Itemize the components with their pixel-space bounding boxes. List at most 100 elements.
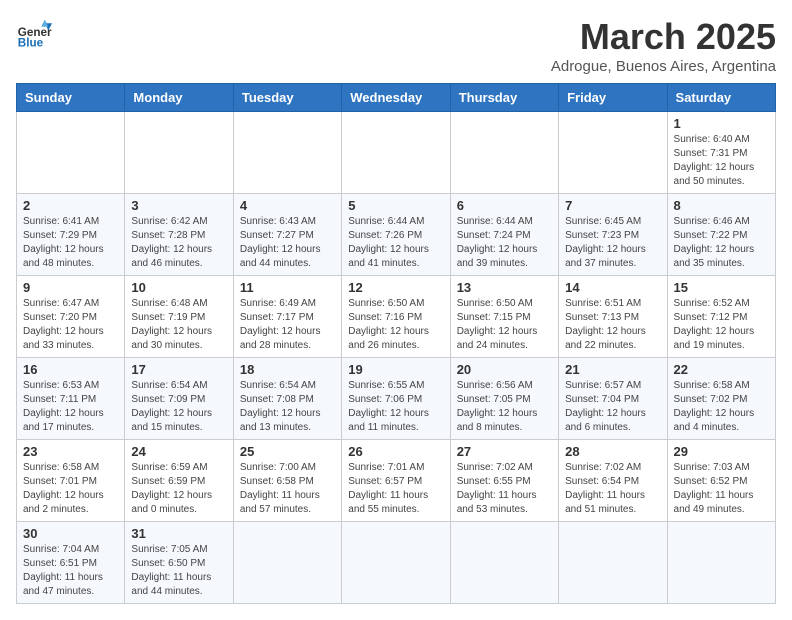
weekday-header-friday: Friday [559,84,667,112]
day-info: Sunrise: 6:50 AM Sunset: 7:16 PM Dayligh… [348,297,443,353]
day-cell: 17Sunrise: 6:54 AM Sunset: 7:09 PM Dayli… [125,358,233,440]
day-cell: 26 Sunrise: 7:01 AM Sunset: 6:57 PM Dayli… [342,440,450,522]
day-cell: 1 Sunrise: 6:40 AM Sunset: 7:31 PM Daylig… [667,112,775,194]
title-block: March 2025 Adrogue, Buenos Aires, Argent… [551,16,776,75]
day-info: Sunrise: 6:53 AM Sunset: 7:11 PM Dayligh… [23,379,118,435]
day-cell: 3 Sunrise: 6:42 AM Sunset: 7:28 PM Daylig… [125,194,233,276]
day-info: Sunrise: 6:57 AM Sunset: 7:04 PM Dayligh… [565,379,660,435]
day-number: 21 [565,362,660,377]
day-cell [342,112,450,194]
day-cell [342,522,450,604]
day-number: 31 [131,526,226,541]
day-number: 27 [457,444,552,459]
day-cell: 24 Sunrise: 6:59 AM Sunset: 6:59 PM Dayli… [125,440,233,522]
week-row-2: 2Sunrise: 6:41 AM Sunset: 7:29 PM Daylig… [17,194,776,276]
month-title: March 2025 [551,16,776,58]
day-number: 15 [674,280,769,295]
day-info: Sunrise: 6:43 AM Sunset: 7:27 PM Dayligh… [240,215,335,271]
day-cell [233,112,341,194]
day-info: Sunrise: 6:50 AM Sunset: 7:15 PM Dayligh… [457,297,552,353]
day-cell [125,112,233,194]
day-cell: 27 Sunrise: 7:02 AM Sunset: 6:55 PM Dayli… [450,440,558,522]
day-number: 29 [674,444,769,459]
day-number: 23 [23,444,118,459]
day-cell: 5Sunrise: 6:44 AM Sunset: 7:26 PM Daylig… [342,194,450,276]
day-number: 13 [457,280,552,295]
day-info: Sunrise: 6:54 AM Sunset: 7:08 PM Dayligh… [240,379,335,435]
day-number: 30 [23,526,118,541]
svg-text:Blue: Blue [18,37,44,50]
day-cell: 10Sunrise: 6:48 AM Sunset: 7:19 PM Dayli… [125,276,233,358]
day-cell: 29 Sunrise: 7:03 AM Sunset: 6:52 PM Dayli… [667,440,775,522]
day-number: 9 [23,280,118,295]
day-number: 16 [23,362,118,377]
week-row-6: 30Sunrise: 7:04 AM Sunset: 6:51 PM Dayli… [17,522,776,604]
day-info: Sunrise: 6:40 AM Sunset: 7:31 PM Dayligh… [674,133,769,189]
week-row-3: 9 Sunrise: 6:47 AM Sunset: 7:20 PM Daylig… [17,276,776,358]
weekday-header-saturday: Saturday [667,84,775,112]
weekday-header-monday: Monday [125,84,233,112]
day-number: 3 [131,198,226,213]
day-info: Sunrise: 6:48 AM Sunset: 7:19 PM Dayligh… [131,297,226,353]
day-cell [450,522,558,604]
day-number: 26 [348,444,443,459]
day-number: 17 [131,362,226,377]
day-info: Sunrise: 6:42 AM Sunset: 7:28 PM Dayligh… [131,215,226,271]
day-info: Sunrise: 6:52 AM Sunset: 7:12 PM Dayligh… [674,297,769,353]
day-info: Sunrise: 6:56 AM Sunset: 7:05 PM Dayligh… [457,379,552,435]
day-number: 25 [240,444,335,459]
day-cell [559,522,667,604]
day-cell: 21 Sunrise: 6:57 AM Sunset: 7:04 PM Dayli… [559,358,667,440]
day-info: Sunrise: 6:55 AM Sunset: 7:06 PM Dayligh… [348,379,443,435]
weekday-header-thursday: Thursday [450,84,558,112]
day-info: Sunrise: 6:58 AM Sunset: 7:02 PM Dayligh… [674,379,769,435]
day-info: Sunrise: 6:45 AM Sunset: 7:23 PM Dayligh… [565,215,660,271]
day-info: Sunrise: 6:59 AM Sunset: 6:59 PM Dayligh… [131,461,226,517]
day-number: 18 [240,362,335,377]
day-info: Sunrise: 7:03 AM Sunset: 6:52 PM Dayligh… [674,461,769,517]
week-row-4: 16 Sunrise: 6:53 AM Sunset: 7:11 PM Dayli… [17,358,776,440]
day-cell: 11Sunrise: 6:49 AM Sunset: 7:17 PM Dayli… [233,276,341,358]
weekday-header-tuesday: Tuesday [233,84,341,112]
day-info: Sunrise: 6:47 AM Sunset: 7:20 PM Dayligh… [23,297,118,353]
day-cell: 7 Sunrise: 6:45 AM Sunset: 7:23 PM Daylig… [559,194,667,276]
day-cell [559,112,667,194]
day-cell [233,522,341,604]
day-number: 8 [674,198,769,213]
day-number: 7 [565,198,660,213]
day-info: Sunrise: 7:02 AM Sunset: 6:55 PM Dayligh… [457,461,552,517]
day-number: 1 [674,116,769,131]
day-cell: 13 Sunrise: 6:50 AM Sunset: 7:15 PM Dayli… [450,276,558,358]
day-number: 4 [240,198,335,213]
logo: General Blue [16,16,52,52]
day-cell [450,112,558,194]
day-cell: 28Sunrise: 7:02 AM Sunset: 6:54 PM Dayli… [559,440,667,522]
day-cell [667,522,775,604]
weekday-header-wednesday: Wednesday [342,84,450,112]
day-cell: 4 Sunrise: 6:43 AM Sunset: 7:27 PM Daylig… [233,194,341,276]
day-info: Sunrise: 6:44 AM Sunset: 7:24 PM Dayligh… [457,215,552,271]
day-cell: 22 Sunrise: 6:58 AM Sunset: 7:02 PM Dayli… [667,358,775,440]
day-cell: 16 Sunrise: 6:53 AM Sunset: 7:11 PM Dayli… [17,358,125,440]
day-number: 20 [457,362,552,377]
day-cell: 20 Sunrise: 6:56 AM Sunset: 7:05 PM Dayli… [450,358,558,440]
day-number: 11 [240,280,335,295]
day-number: 22 [674,362,769,377]
day-cell: 2Sunrise: 6:41 AM Sunset: 7:29 PM Daylig… [17,194,125,276]
day-info: Sunrise: 7:01 AM Sunset: 6:57 PM Dayligh… [348,461,443,517]
location: Adrogue, Buenos Aires, Argentina [551,58,776,75]
day-info: Sunrise: 7:00 AM Sunset: 6:58 PM Dayligh… [240,461,335,517]
day-cell: 25 Sunrise: 7:00 AM Sunset: 6:58 PM Dayli… [233,440,341,522]
day-cell: 31Sunrise: 7:05 AM Sunset: 6:50 PM Dayli… [125,522,233,604]
day-number: 24 [131,444,226,459]
weekday-header-sunday: Sunday [17,84,125,112]
day-cell [17,112,125,194]
day-number: 14 [565,280,660,295]
day-cell: 12Sunrise: 6:50 AM Sunset: 7:16 PM Dayli… [342,276,450,358]
day-number: 5 [348,198,443,213]
day-cell: 15 Sunrise: 6:52 AM Sunset: 7:12 PM Dayli… [667,276,775,358]
week-row-1: 1 Sunrise: 6:40 AM Sunset: 7:31 PM Daylig… [17,112,776,194]
day-number: 19 [348,362,443,377]
day-info: Sunrise: 6:46 AM Sunset: 7:22 PM Dayligh… [674,215,769,271]
day-info: Sunrise: 7:02 AM Sunset: 6:54 PM Dayligh… [565,461,660,517]
